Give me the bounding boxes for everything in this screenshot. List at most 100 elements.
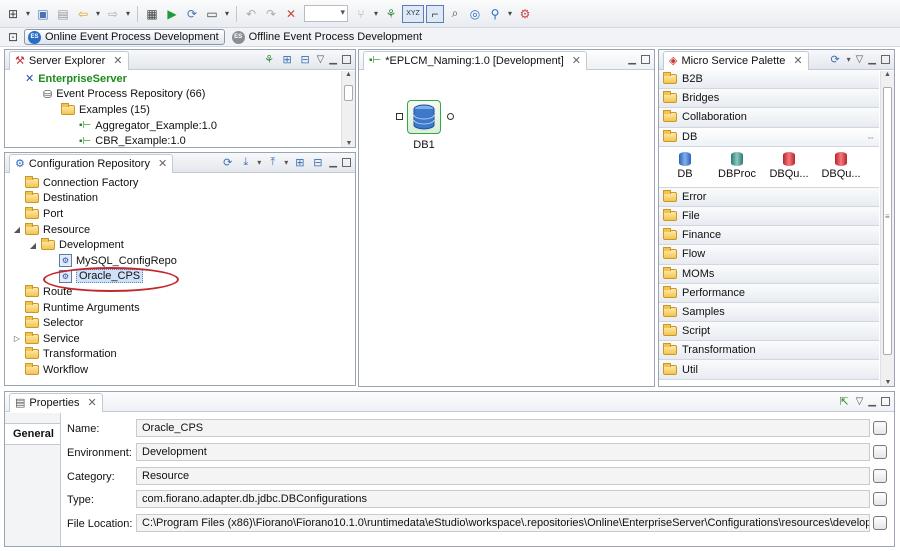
tree-item-aggregator-example[interactable]: ▪⊢ Aggregator_Example:1.0 [5,118,341,134]
tree-item-event-process-repository[interactable]: ⛁ Event Process Repository (66) [5,87,341,103]
tree-item-connection-factory[interactable]: Connection Factory [5,175,355,191]
minimize-icon[interactable]: ▁ [868,54,876,65]
close-icon[interactable]: ✕ [572,54,581,67]
export-icon[interactable]: ⤒ [266,156,279,169]
xyz-layout-icon[interactable]: XYZ [402,4,424,23]
name-edit-button[interactable] [873,421,887,435]
zoom-combo[interactable] [304,5,348,22]
maximize-icon[interactable] [641,55,650,64]
view-menu-icon[interactable]: ▽ [856,396,864,407]
tree-item-enterprise-server[interactable]: ✕ EnterpriseServer [5,71,341,87]
deploy-icon[interactable]: ▭ [203,5,221,23]
view-menu-icon[interactable]: ▽ [317,54,325,65]
tab-server-explorer[interactable]: ⚒ Server Explorer ✕ [9,50,129,70]
collapse-all-icon[interactable]: ⊟ [299,53,312,66]
palette-category-transformation[interactable]: Transformation [659,341,879,361]
grid-icon[interactable]: ▦ [143,5,161,23]
environment-edit-button[interactable] [873,445,887,459]
tree-item-mysql-configrepo[interactable]: ⚙ MySQL_ConfigRepo [5,253,355,269]
palette-category-samples[interactable]: Samples [659,302,879,323]
close-icon[interactable]: ✕ [793,54,802,67]
palette-item-dbquery-2[interactable]: DBQu... [815,151,867,187]
maximize-icon[interactable] [881,397,890,406]
palette-category-collaboration[interactable]: Collaboration [659,108,879,128]
zoom-icon[interactable]: ⌕ [446,5,464,23]
dropdown-arrow-icon[interactable]: ▾ [124,5,132,23]
palette-category-script[interactable]: Script [659,322,879,342]
tree-icon[interactable]: ⚘ [382,5,400,23]
view-menu-icon[interactable]: ▽ [856,54,864,65]
collapsed-arrow-icon[interactable]: ▷ [13,334,21,343]
pin-properties-icon[interactable]: ⇱ [838,395,851,408]
tree-item-transformation[interactable]: Transformation [5,347,355,363]
palette-category-db[interactable]: DB ⇔ [659,127,879,147]
palette-category-error[interactable]: Error [659,187,879,207]
new-icon[interactable]: ⊞ [4,5,22,23]
dropdown-arrow-icon[interactable]: ▾ [284,158,288,167]
palette-item-dbproc[interactable]: DBProc [711,151,763,187]
file-location-edit-button[interactable] [873,516,887,530]
palette-category-bridges[interactable]: Bridges [659,89,879,109]
tree-item-service[interactable]: ▷ Service [5,331,355,347]
tree-item-port[interactable]: Port [5,206,355,222]
type-edit-button[interactable] [873,492,887,506]
undo-icon[interactable]: ↶ [242,5,260,23]
palette-category-moms[interactable]: MOMs [659,264,879,284]
side-tab-general[interactable]: General [5,423,60,445]
minimize-icon[interactable]: ▁ [329,157,337,168]
tree-item-examples[interactable]: Examples (15) [5,102,341,118]
dropdown-arrow-icon[interactable]: ▾ [372,5,380,23]
perspective-offline[interactable]: ES Offline Event Process Development [229,29,427,45]
vertical-scrollbar[interactable]: ▲ ≡ ▼ [880,71,894,386]
maximize-icon[interactable] [342,55,351,64]
category-field[interactable]: Resource [136,467,870,485]
tree-item-selector[interactable]: Selector [5,315,355,331]
minimize-icon[interactable]: ▁ [628,54,636,65]
tab-micro-service-palette[interactable]: ◈ Micro Service Palette ✕ [663,50,809,70]
output-port[interactable] [447,113,454,120]
refresh-icon[interactable]: ⟳ [221,156,234,169]
connect-icon[interactable]: ⑂ [352,5,370,23]
name-field[interactable]: Oracle_CPS [136,419,870,437]
perspective-online[interactable]: ES Online Event Process Development [24,29,225,45]
pin-icon[interactable]: ⚲ [486,5,504,23]
close-icon[interactable]: ✕ [113,54,122,67]
dropdown-arrow-icon[interactable]: ▾ [847,55,851,64]
minimize-icon[interactable]: ▁ [868,396,876,407]
palette-category-finance[interactable]: Finance [659,226,879,246]
environment-field[interactable]: Development [136,443,870,461]
back-icon[interactable]: ⇦ [74,5,92,23]
open-perspective-icon[interactable]: ⊡ [6,28,20,46]
run-icon[interactable]: ▶ [163,5,181,23]
refresh-icon[interactable]: ⟳ [829,53,842,66]
expand-all-icon[interactable]: ⊞ [293,156,306,169]
tree-item-cbr-example[interactable]: ▪⊢ CBR_Example:1.0 [5,133,341,149]
category-edit-button[interactable] [873,469,887,483]
palette-category-file[interactable]: File [659,206,879,227]
tab-configuration-repository[interactable]: ⚙ Configuration Repository ✕ [9,153,174,173]
dropdown-arrow-icon[interactable]: ▾ [24,5,32,23]
minimize-icon[interactable]: ▁ [329,54,337,65]
palette-item-db[interactable]: DB [659,151,711,187]
tab-eplcm-naming[interactable]: ▪⊢ *EPLCM_Naming:1.0 [Development] ✕ [363,50,588,70]
dropdown-arrow-icon[interactable]: ▾ [257,158,261,167]
collapse-icon[interactable]: ⇔ [866,132,875,142]
tree-item-development[interactable]: ◢ Development [5,237,355,253]
expanded-arrow-icon[interactable]: ◢ [29,241,37,250]
tree-item-workflow[interactable]: Workflow [5,362,355,378]
import-icon[interactable]: ⤓ [239,156,252,169]
palette-category-b2b[interactable]: B2B [659,70,879,90]
save-icon[interactable]: ▣ [34,5,52,23]
file-location-field[interactable]: C:\Program Files (x86)\Fiorano\Fiorano10… [136,514,870,532]
print-icon[interactable]: ▤ [54,5,72,23]
close-icon[interactable]: ✕ [88,396,97,409]
maximize-icon[interactable] [881,55,890,64]
connect-server-icon[interactable]: ⚘ [263,53,276,66]
palette-category-flow[interactable]: Flow [659,245,879,265]
palette-category-util[interactable]: Util [659,360,879,380]
vertical-scrollbar[interactable]: ▲ ▼ [341,71,355,147]
palette-item-dbquery[interactable]: DBQu... [763,151,815,187]
dropdown-arrow-icon[interactable]: ▾ [506,5,514,23]
expanded-arrow-icon[interactable]: ◢ [13,225,21,234]
route-icon[interactable]: ⌐ [426,4,444,23]
